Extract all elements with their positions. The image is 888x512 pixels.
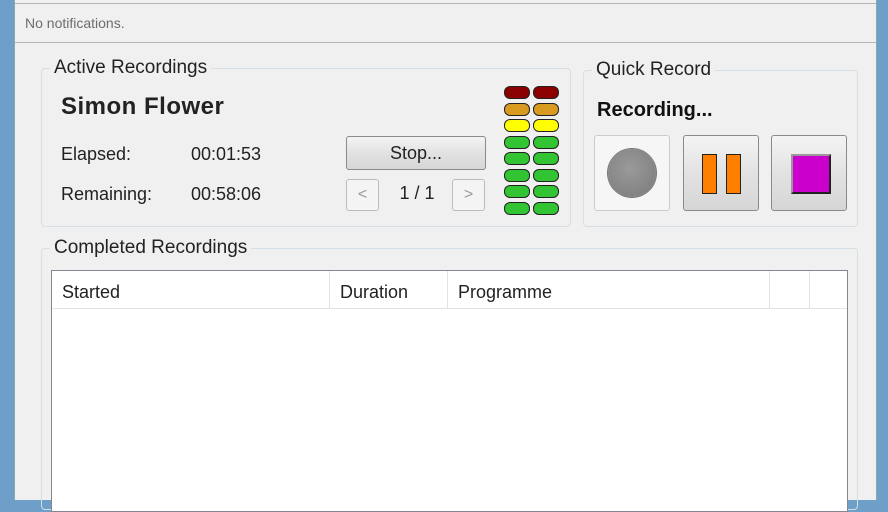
pause-icon [702, 154, 742, 194]
main-window: No notifications. Active Recordings Simo… [14, 0, 877, 512]
stop-button[interactable]: Stop... [346, 136, 486, 170]
stop-icon [791, 154, 831, 194]
meter-segment [533, 152, 559, 165]
column-header-programme[interactable]: Programme [448, 271, 770, 309]
previous-button[interactable]: < [346, 179, 379, 211]
remaining-label: Remaining: [61, 184, 153, 204]
quick-record-group: Quick Record Recording... [583, 59, 858, 227]
meter-segment [504, 102, 530, 116]
meter-segment [533, 135, 559, 149]
meter-segment [533, 86, 559, 99]
level-meter [504, 86, 560, 218]
meter-segment [504, 152, 530, 165]
meter-segment [504, 201, 530, 215]
elapsed-value: 00:01:53 [191, 144, 262, 164]
column-header-started[interactable]: Started [52, 271, 330, 309]
meter-segment [504, 86, 530, 99]
notification-bar: No notifications. [15, 3, 876, 43]
pause-button[interactable] [683, 135, 759, 211]
elapsed-label: Elapsed: [61, 144, 132, 164]
meter-segment [504, 119, 530, 132]
active-recordings-label: Active Recordings [50, 57, 212, 79]
notification-text: No notifications. [25, 15, 125, 31]
meter-segment [533, 201, 559, 215]
meter-segment [533, 185, 559, 198]
completed-recordings-group: Completed Recordings Started Duration Pr… [41, 237, 858, 512]
meter-segment [533, 102, 559, 116]
active-recordings-group: Active Recordings Simon Flower Elapsed: … [41, 57, 571, 227]
column-header-duration[interactable]: Duration [330, 271, 448, 309]
next-button[interactable]: > [452, 179, 485, 211]
record-button[interactable] [594, 135, 670, 211]
recording-status: Recording... [597, 99, 713, 121]
programme-name: Simon Flower [61, 93, 225, 120]
page-indicator: 1 / 1 [399, 183, 435, 203]
meter-segment [504, 168, 530, 182]
record-icon [608, 149, 656, 197]
meter-segment [504, 135, 530, 149]
remaining-value: 00:58:06 [191, 184, 262, 204]
meter-segment [504, 185, 530, 198]
quick-record-label: Quick Record [592, 59, 716, 81]
meter-segment [533, 119, 559, 132]
stop-record-button[interactable] [771, 135, 847, 211]
column-header-filler [810, 271, 847, 309]
completed-recordings-list[interactable]: Started Duration Programme [51, 270, 848, 512]
completed-recordings-label: Completed Recordings [50, 237, 252, 259]
column-header-extra[interactable] [770, 271, 810, 309]
meter-segment [533, 168, 559, 182]
